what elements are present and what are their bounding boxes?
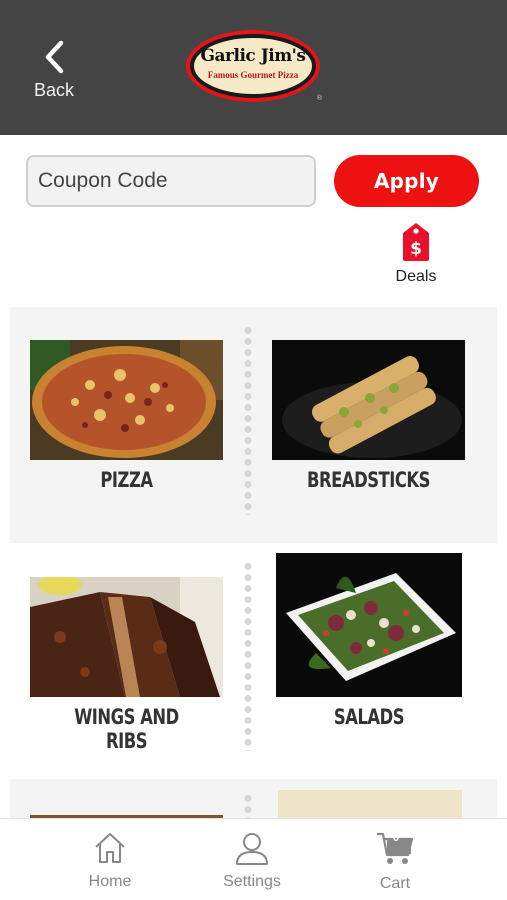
menu-item-wings-and-ribs[interactable]: WINGS AND RIBS xyxy=(30,577,223,753)
tab-cart[interactable]: 0 Cart xyxy=(345,831,445,895)
menu-row: PIZZA BREADSTICKS xyxy=(10,307,497,543)
price-tag-icon: $ xyxy=(403,223,429,261)
bottom-tab-bar: Home Settings 0 Cart xyxy=(0,818,507,900)
brand-logo: Garlic Jim's Famous Gourmet Pizza ® xyxy=(186,30,322,104)
cart-count-badge: 0 xyxy=(392,832,400,844)
tab-settings[interactable]: Settings xyxy=(202,831,302,895)
menu-item-label: PIZZA xyxy=(100,468,153,492)
top-header: Back Garlic Jim's Famous Gourmet Pizza ® xyxy=(0,0,507,135)
dotted-divider xyxy=(244,561,252,751)
back-button[interactable]: Back xyxy=(26,40,82,110)
pizza-photo xyxy=(30,340,223,460)
user-icon xyxy=(236,833,268,865)
menu-row: WINGS AND RIBS SALADS xyxy=(10,543,497,779)
coupon-code-input[interactable] xyxy=(26,155,316,207)
tab-home-label: Home xyxy=(88,873,132,890)
menu-item-label: SALADS xyxy=(333,705,405,729)
wings-ribs-photo xyxy=(30,577,223,697)
deals-label: Deals xyxy=(395,268,437,285)
menu-item-salads[interactable]: SALADS xyxy=(276,553,462,737)
deals-button[interactable]: $ Deals xyxy=(390,222,442,296)
svg-text:$: $ xyxy=(410,239,422,259)
salad-photo xyxy=(276,553,462,697)
home-icon xyxy=(95,833,125,863)
menu-item-label: BREADSTICKS xyxy=(307,468,430,492)
menu-item-label: WINGS AND RIBS xyxy=(74,705,179,753)
logo-tagline: Famous Gourmet Pizza xyxy=(207,70,299,80)
menu-item-partial[interactable] xyxy=(278,790,462,819)
tab-settings-label: Settings xyxy=(223,873,281,890)
chevron-left-icon xyxy=(45,40,64,74)
apply-coupon-button[interactable]: Apply xyxy=(334,155,479,207)
menu-item-pizza[interactable]: PIZZA xyxy=(30,340,223,500)
tab-cart-label: Cart xyxy=(379,875,411,892)
breadsticks-photo xyxy=(272,340,465,460)
menu-row xyxy=(10,779,497,821)
tab-home[interactable]: Home xyxy=(60,831,160,895)
dotted-divider xyxy=(244,325,252,515)
logo-brand-text: Garlic Jim's xyxy=(200,46,306,66)
dotted-divider xyxy=(244,793,252,819)
menu-item-breadsticks[interactable]: BREADSTICKS xyxy=(272,340,465,500)
back-label: Back xyxy=(33,80,75,100)
